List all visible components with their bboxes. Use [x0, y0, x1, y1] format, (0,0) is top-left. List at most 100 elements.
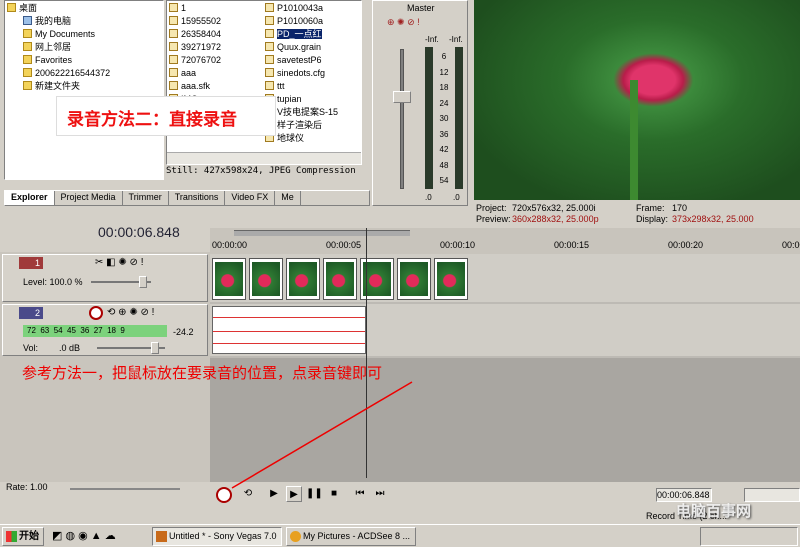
- play-from-start-icon[interactable]: ▶: [266, 486, 282, 502]
- folder-tree[interactable]: 桌面 我的电脑 My Documents 网上邻居 Favorites 200622216…: [4, 0, 164, 180]
- file-list[interactable]: 1 15955502 26358404 39271972 72076702 aaa aaa.…: [166, 0, 362, 165]
- taskbar-acdsee[interactable]: My Pictures - ACDSee 8 ...: [286, 527, 416, 546]
- file-label: tupian: [277, 94, 302, 104]
- audio-track-icons[interactable]: ⟲ ⊕ ✺ ⊘ !: [107, 307, 154, 318]
- file-item[interactable]: savetestP6: [265, 54, 361, 67]
- timecode-display: 00:00:06.848: [98, 224, 180, 240]
- file-item[interactable]: P1010060a: [265, 15, 361, 28]
- tab-project-media[interactable]: Project Media: [55, 191, 123, 205]
- file-item[interactable]: 1: [169, 2, 265, 15]
- audio-vol-value: .0 dB: [59, 343, 81, 353]
- loop-playback-icon[interactable]: ⟲: [240, 486, 256, 502]
- file-item[interactable]: P1010043a: [265, 2, 361, 15]
- file-item[interactable]: PD_一点红: [265, 28, 361, 41]
- file-item[interactable]: 15955502: [169, 15, 265, 28]
- tree-item[interactable]: Favorites: [7, 54, 161, 67]
- meter-scale-label: 12: [439, 67, 449, 77]
- window-tabs: Explorer Project Media Trimmer Transitions V…: [4, 190, 370, 206]
- file-item[interactable]: sinedots.cfg: [265, 67, 361, 80]
- tree-item[interactable]: 200622216544372: [7, 67, 161, 80]
- file-label: 72076702: [181, 55, 222, 65]
- file-item[interactable]: tupian: [265, 93, 361, 106]
- start-button[interactable]: 开始: [2, 527, 44, 546]
- tree-item[interactable]: 我的电脑: [7, 15, 161, 28]
- display-value: 373x298x32, 25.000: [672, 214, 754, 224]
- project-label: Project:: [476, 203, 507, 213]
- ruler-tick-label: 00:00:20: [668, 240, 704, 250]
- project-value: 720x576x32, 25.000i: [512, 203, 596, 213]
- file-item[interactable]: 39271972: [169, 41, 265, 54]
- tree-item[interactable]: 网上邻居: [7, 41, 161, 54]
- desktop-icon: [7, 3, 16, 12]
- meter-scale-label: 6: [441, 52, 447, 61]
- video-thumbnail: [323, 258, 357, 300]
- video-thumbnail: [212, 258, 246, 300]
- tree-item[interactable]: 新建文件夹: [7, 80, 161, 93]
- watermark-text: 电脑百事网: [676, 503, 752, 520]
- video-level-thumb[interactable]: [139, 276, 147, 288]
- folder-icon: [23, 81, 32, 90]
- record-arm-icon[interactable]: [89, 306, 103, 320]
- taskbar-vegas-label: Untitled * - Sony Vegas 7.0: [169, 531, 277, 541]
- watermark-logo: 电脑百事网: [676, 500, 800, 536]
- vegas-icon: [156, 531, 167, 542]
- file-icon: [169, 29, 178, 38]
- network-icon: [23, 42, 32, 51]
- file-item[interactable]: V技电提案S-15: [265, 106, 361, 119]
- taskbar-vegas[interactable]: Untitled * - Sony Vegas 7.0: [152, 527, 282, 546]
- tab-video-fx[interactable]: Video FX: [225, 191, 276, 205]
- audio-meter-value: -24.2: [173, 327, 194, 337]
- frame-value: 170: [672, 203, 688, 213]
- file-item[interactable]: ttt: [265, 80, 361, 93]
- tab-trimmer[interactable]: Trimmer: [123, 191, 169, 205]
- master-fader-handle[interactable]: [393, 91, 411, 103]
- frame-label: Frame:: [636, 203, 665, 213]
- audio-event[interactable]: [212, 306, 366, 354]
- go-to-end-icon[interactable]: ⏭: [372, 486, 388, 502]
- record-button[interactable]: [216, 487, 232, 503]
- file-icon: [265, 29, 274, 38]
- file-item[interactable]: 26358404: [169, 28, 265, 41]
- tab-me[interactable]: Me: [275, 191, 301, 205]
- file-item[interactable]: 72076702: [169, 54, 265, 67]
- video-preview: [474, 0, 800, 200]
- audio-track-header[interactable]: 2 ⟲ ⊕ ✺ ⊘ ! 72 63 54 45 36 27 18 9 -24.2…: [2, 304, 208, 356]
- video-event[interactable]: [212, 256, 470, 302]
- go-to-start-icon[interactable]: ⏮: [352, 486, 368, 502]
- master-label: Master: [407, 3, 435, 13]
- tab-explorer[interactable]: Explorer: [5, 191, 55, 205]
- video-thumbnail: [434, 258, 468, 300]
- ruler-tick-label: 00:00:00: [212, 240, 248, 250]
- mixer-fx-icons[interactable]: ⊕ ✺ ⊘ !: [387, 17, 420, 28]
- stop-icon[interactable]: ■: [326, 486, 342, 502]
- file-list-scrollbar[interactable]: [167, 152, 361, 164]
- video-track-icons[interactable]: ✂ ◧ ✺ ⊘ !: [95, 257, 143, 268]
- video-track-header[interactable]: 1 ✂ ◧ ✺ ⊘ ! Level: 100.0 %: [2, 254, 208, 302]
- method-one-annotation: 参考方法一，把鼠标放在要录音的位置，点录音键即可: [22, 365, 383, 382]
- rose-stem: [630, 80, 638, 200]
- timeline-ruler[interactable]: 00:00:00 00:00:05 00:00:10 00:00:15 00:00:20…: [210, 228, 800, 254]
- tree-item-label: 我的电脑: [35, 16, 72, 26]
- audio-vol-thumb[interactable]: [151, 342, 159, 354]
- file-label: 样子渲染后: [277, 120, 323, 130]
- mixer-bottom-left: .0: [425, 193, 432, 202]
- tree-item[interactable]: 桌面: [7, 2, 161, 15]
- file-item[interactable]: 样子渲染后: [265, 119, 361, 132]
- loop-region-bar[interactable]: [234, 230, 410, 236]
- quick-launch[interactable]: ◩ ◍ ◉ ▲ ☁: [52, 529, 116, 542]
- rate-slider[interactable]: [70, 488, 180, 490]
- tab-transitions[interactable]: Transitions: [169, 191, 226, 205]
- file-item[interactable]: aaa.sfk: [169, 80, 265, 93]
- file-item[interactable]: Quux.grain: [265, 41, 361, 54]
- file-icon: [169, 42, 178, 51]
- playhead-cursor[interactable]: [366, 228, 367, 478]
- file-item[interactable]: aaa: [169, 67, 265, 80]
- file-item[interactable]: 地球仪: [265, 132, 361, 145]
- tree-item[interactable]: My Documents: [7, 28, 161, 41]
- file-label: aaa: [181, 68, 197, 78]
- play-icon[interactable]: ▶: [286, 486, 302, 502]
- mixer-bottom-right: .0: [453, 193, 460, 202]
- pause-icon[interactable]: ❚❚: [306, 486, 323, 502]
- meter-scale-label: 24: [439, 98, 449, 108]
- folder-icon: [23, 29, 32, 38]
